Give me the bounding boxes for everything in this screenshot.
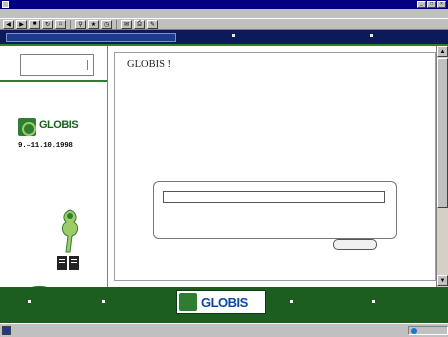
bullet-icon	[372, 299, 375, 303]
book-icon	[57, 256, 79, 270]
scrollbar-thumb[interactable]	[437, 58, 448, 208]
home-icon[interactable]: ⌂	[55, 19, 66, 29]
toolbar-separator	[116, 19, 117, 29]
mail-icon[interactable]: ✉	[121, 19, 132, 29]
browser-app-icon	[2, 1, 9, 8]
logo-word: GLOBIS	[201, 295, 248, 310]
footer-link-4[interactable]	[372, 297, 377, 305]
globis-logo-mark-icon	[179, 293, 197, 311]
window-title-bar: _ □ ×	[0, 0, 448, 9]
print-icon[interactable]: ⎙	[134, 19, 145, 29]
maximize-icon[interactable]: □	[427, 1, 436, 8]
page-icon	[2, 326, 11, 335]
forward-icon[interactable]: ▶	[16, 19, 27, 29]
minimize-icon[interactable]: _	[417, 1, 426, 8]
nav-link-2[interactable]	[370, 34, 375, 37]
menu-bar	[0, 9, 448, 18]
left-frame: GLOBIS 9.–11.10.1998 ▼	[0, 46, 108, 304]
submit-button[interactable]	[333, 239, 377, 250]
language-selector[interactable]	[20, 54, 94, 76]
content-panel: GLOBIS !	[114, 52, 436, 281]
history-icon[interactable]: ◷	[101, 19, 112, 29]
site-nav-bar	[0, 30, 448, 46]
globe-icon	[411, 327, 417, 334]
name-input[interactable]	[163, 191, 385, 203]
footer-bar: GLOBIS	[0, 287, 448, 323]
security-zone	[408, 326, 448, 335]
bullet-icon	[232, 34, 235, 37]
globis-logo[interactable]: GLOBIS	[18, 116, 94, 140]
bullet-icon	[102, 299, 105, 303]
form-box	[153, 181, 397, 239]
browser-toolbar: ◀ ▶ ■ ↻ ⌂ ⚲ ★ ◷ ✉ ⎙ ✎	[0, 18, 448, 30]
footer-link-3[interactable]	[290, 297, 295, 305]
back-icon[interactable]: ◀	[3, 19, 14, 29]
page-title: GLOBIS !	[127, 59, 172, 70]
refresh-icon[interactable]: ↻	[42, 19, 53, 29]
bullet-icon	[370, 34, 373, 37]
edit-icon[interactable]: ✎	[147, 19, 158, 29]
search-icon[interactable]: ⚲	[75, 19, 86, 29]
bullet-icon	[28, 299, 31, 303]
footer-globis-logo[interactable]: GLOBIS	[176, 290, 266, 314]
breadcrumb[interactable]	[6, 33, 176, 42]
footer-link-2[interactable]	[102, 297, 107, 305]
divider	[87, 60, 88, 70]
stop-icon[interactable]: ■	[29, 19, 40, 29]
main-content: GLOBIS !	[108, 46, 436, 287]
nav-link-1[interactable]	[232, 34, 237, 37]
toolbar-separator	[70, 19, 71, 29]
status-bar	[0, 323, 448, 337]
footer-link-1[interactable]	[28, 297, 33, 305]
scroll-down-icon[interactable]: ▼	[437, 275, 448, 286]
logo-word: GLOBIS	[39, 119, 79, 131]
scroll-up-icon[interactable]: ▲	[437, 46, 448, 57]
close-icon[interactable]: ×	[437, 1, 446, 8]
bullet-icon	[290, 299, 293, 303]
favorites-icon[interactable]: ★	[88, 19, 99, 29]
vertical-scrollbar[interactable]: ▲ ▼	[436, 46, 448, 287]
divider	[0, 80, 107, 82]
figure-illustration-icon	[61, 209, 79, 253]
globis-logo-mark-icon	[18, 118, 36, 136]
window-controls: _ □ ×	[417, 1, 446, 8]
event-date: 9.–11.10.1998	[18, 142, 73, 150]
